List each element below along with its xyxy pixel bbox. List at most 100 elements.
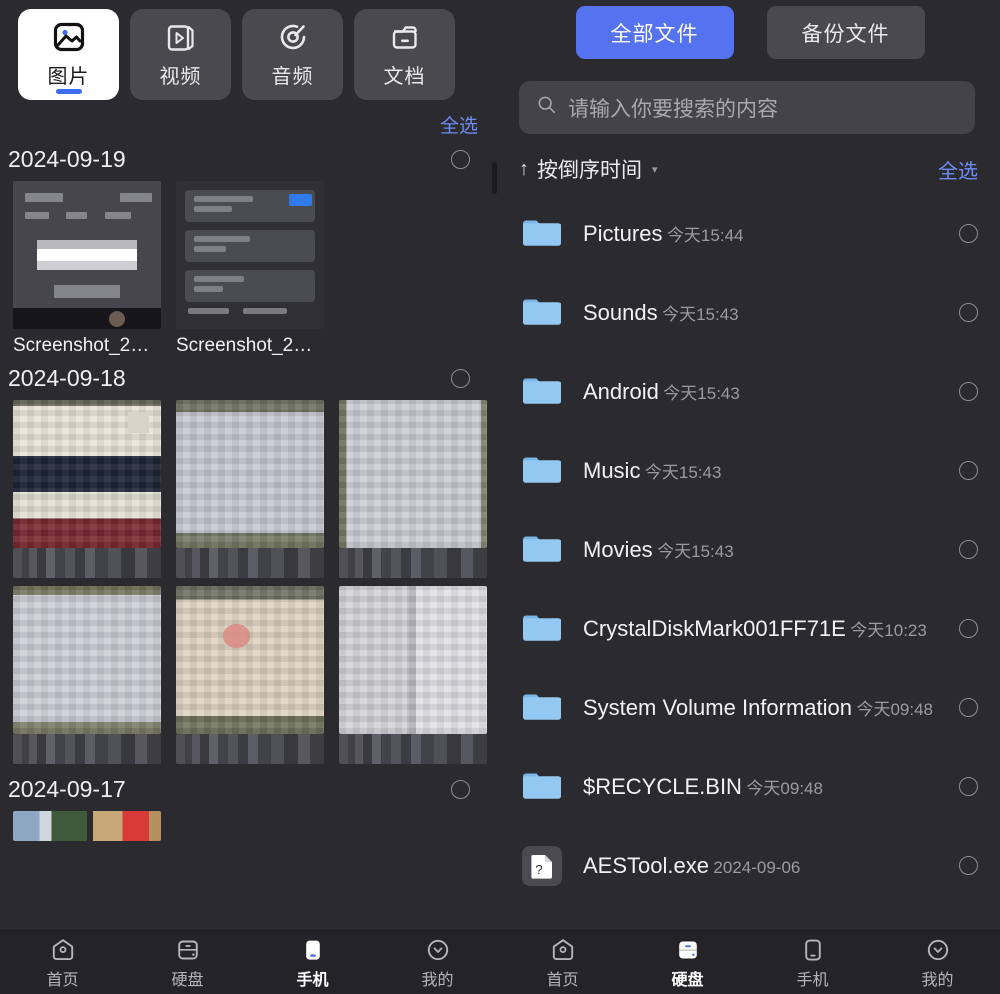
group-select-checkbox[interactable] (451, 369, 470, 388)
table-row[interactable]: CrystalDiskMark001FF71E 今天10:23 (500, 589, 1000, 668)
nav-item-disk[interactable]: 硬盘 (125, 931, 250, 994)
thumbnail-image (339, 586, 487, 734)
group-select-checkbox[interactable] (451, 780, 470, 799)
thumbnail-caption (176, 734, 324, 764)
nav-item-phone[interactable]: 手机 (750, 931, 875, 994)
table-row[interactable]: Sounds 今天15:43 (500, 273, 1000, 352)
disk-icon (675, 937, 701, 963)
category-tab-label: 图片 (47, 66, 90, 88)
thumbnail-caption: Screenshot_2… (13, 335, 150, 356)
table-row[interactable]: System Volume Information 今天09:48 (500, 668, 1000, 747)
folder-icon (519, 527, 565, 573)
thumbnail-image (13, 586, 161, 734)
folder-icon (519, 764, 565, 810)
nav-label: 硬盘 (171, 971, 204, 989)
file-select-checkbox[interactable] (959, 698, 978, 717)
media-thumbnail-item[interactable] (176, 400, 324, 578)
category-tab-documents[interactable]: 文档 (354, 9, 455, 100)
category-tab-images[interactable]: 图片 (18, 9, 119, 100)
left-panel-scrollbar-thumb[interactable] (492, 162, 497, 194)
media-thumbnail-item[interactable]: Screenshot_2… (13, 181, 161, 357)
sort-control[interactable]: ↑ 按倒序时间 ▾ (519, 154, 658, 184)
nav-label: 手机 (296, 971, 329, 989)
file-meta: Music 今天15:43 (583, 457, 959, 485)
unknown-file-icon: ? (519, 843, 565, 889)
thumbnail-image (13, 181, 161, 329)
file-date: 今天15:43 (662, 304, 739, 324)
media-thumbnail-item[interactable]: Screenshot_2… (176, 181, 324, 357)
date-label: 2024-09-18 (8, 365, 126, 391)
media-thumbnail-item[interactable] (13, 586, 161, 764)
folder-icon (519, 211, 565, 257)
nav-item-profile[interactable]: 我的 (875, 931, 1000, 994)
file-name: $RECYCLE.BIN (583, 773, 742, 799)
media-thumbnail-item[interactable] (176, 586, 324, 764)
thumbnail-image (13, 400, 161, 548)
file-name: Android (583, 378, 659, 404)
table-row[interactable]: ? AESTool.exe 2024-09-06 (500, 826, 1000, 905)
nav-item-home[interactable]: 首页 (0, 931, 125, 994)
thumbnail-grid-partial (0, 811, 500, 841)
segment-all-files[interactable]: 全部文件 (575, 6, 734, 59)
category-tab-label: 视频 (159, 66, 202, 88)
file-meta: Sounds 今天15:43 (583, 299, 959, 327)
right-select-all-link[interactable]: 全选 (938, 155, 978, 184)
media-thumbnail-item[interactable] (339, 586, 487, 764)
left-select-all-link[interactable]: 全选 (0, 100, 500, 138)
right-bottom-nav: 首页 硬盘 手机 我的 (500, 931, 1000, 994)
thumbnail-caption (13, 548, 161, 578)
thumbnail-image (176, 586, 324, 734)
nav-item-home[interactable]: 首页 (500, 931, 625, 994)
file-name: AESTool.exe (583, 852, 709, 878)
file-date: 今天15:43 (657, 541, 734, 561)
file-select-checkbox[interactable] (959, 461, 978, 480)
search-input[interactable]: 请输入你要搜索的内容 (519, 81, 975, 134)
file-select-checkbox[interactable] (959, 224, 978, 243)
file-select-checkbox[interactable] (959, 856, 978, 875)
svg-text:?: ? (535, 862, 542, 877)
media-thumbnail-item[interactable] (13, 400, 161, 578)
left-panel-scrollbar[interactable] (492, 160, 498, 920)
file-manager-app: 图片 视频 音频 文档 全选 2024-09-19 Screenshot_2… … (0, 0, 1000, 994)
date-group-header: 2024-09-17 (0, 764, 500, 811)
file-select-checkbox[interactable] (959, 382, 978, 401)
segment-backup-files[interactable]: 备份文件 (766, 6, 925, 59)
file-date: 今天15:43 (663, 383, 740, 403)
thumbnail-image (176, 181, 324, 329)
image-icon (52, 20, 86, 54)
date-group-header: 2024-09-19 (0, 138, 500, 181)
folder-icon (519, 685, 565, 731)
document-folder-icon (388, 20, 422, 54)
file-select-checkbox[interactable] (959, 777, 978, 796)
table-row[interactable]: Android 今天15:43 (500, 352, 1000, 431)
file-select-checkbox[interactable] (959, 619, 978, 638)
profile-icon (425, 937, 451, 963)
group-select-checkbox[interactable] (451, 150, 470, 169)
thumbnail-grid: Screenshot_2… Screenshot_2… (0, 181, 500, 357)
nav-item-phone[interactable]: 手机 (250, 931, 375, 994)
thumbnail-caption (339, 734, 487, 764)
thumbnail-caption (13, 734, 161, 764)
file-date: 今天15:43 (644, 462, 722, 482)
nav-item-profile[interactable]: 我的 (375, 931, 500, 994)
nav-item-disk[interactable]: 硬盘 (625, 931, 750, 994)
nav-label: 首页 (46, 971, 79, 989)
profile-icon (925, 937, 951, 963)
table-row[interactable]: Movies 今天15:43 (500, 510, 1000, 589)
search-icon (537, 95, 557, 120)
table-row[interactable]: Pictures 今天15:44 (500, 194, 1000, 273)
nav-label: 首页 (546, 971, 579, 989)
file-meta: CrystalDiskMark001FF71E 今天10:23 (583, 615, 959, 643)
media-thumbnail-item[interactable] (339, 400, 487, 578)
file-date: 今天10:23 (850, 620, 927, 640)
nav-label: 手机 (796, 971, 829, 989)
category-tab-label: 音频 (271, 66, 314, 88)
phone-icon (800, 937, 826, 963)
file-select-checkbox[interactable] (959, 303, 978, 322)
media-thumbnail-item[interactable] (13, 811, 161, 841)
category-tab-audio[interactable]: 音频 (242, 9, 343, 100)
file-select-checkbox[interactable] (959, 540, 978, 559)
category-tab-videos[interactable]: 视频 (130, 9, 231, 100)
table-row[interactable]: $RECYCLE.BIN 今天09:48 (500, 747, 1000, 826)
table-row[interactable]: Music 今天15:43 (500, 431, 1000, 510)
